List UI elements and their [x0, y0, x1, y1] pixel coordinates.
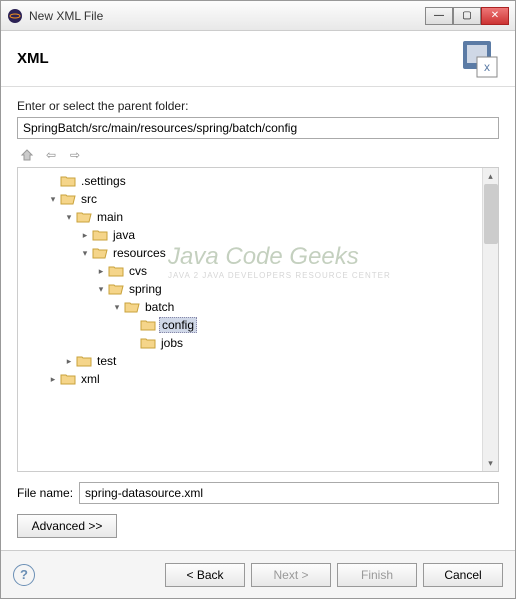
banner-heading: XML	[17, 50, 459, 67]
tree-item-label: spring	[127, 282, 164, 296]
filename-label: File name:	[17, 486, 73, 500]
tree-item-label: cvs	[127, 264, 149, 278]
tree-item[interactable]: ▾ main	[20, 208, 496, 226]
window-title: New XML File	[29, 9, 425, 23]
tree-item-label: test	[95, 354, 118, 368]
tree-toolbar: ⇦ ⇨	[17, 145, 499, 165]
banner: XML x	[1, 31, 515, 87]
expander-icon[interactable]: ▸	[78, 230, 92, 241]
tree-item-label: .settings	[79, 174, 128, 188]
next-button[interactable]: Next >	[251, 563, 331, 587]
tree-item-label: main	[95, 210, 125, 224]
expander-icon[interactable]: ▾	[62, 212, 76, 223]
tree-item[interactable]: ▸ xml	[20, 370, 496, 388]
content-area: Enter or select the parent folder: ⇦ ⇨ .…	[1, 87, 515, 550]
eclipse-icon	[7, 8, 23, 24]
tree-item[interactable]: ▸ test	[20, 352, 496, 370]
xml-file-icon: x	[459, 39, 499, 79]
expander-icon[interactable]: ▸	[94, 266, 108, 277]
scroll-thumb[interactable]	[484, 184, 498, 244]
home-icon[interactable]	[17, 145, 37, 165]
tree-item-label: config	[159, 317, 197, 333]
parent-folder-label: Enter or select the parent folder:	[17, 99, 499, 113]
tree-item-label: jobs	[159, 336, 185, 350]
expander-icon[interactable]: ▸	[62, 356, 76, 367]
expander-icon[interactable]: ▾	[46, 194, 60, 205]
maximize-button[interactable]: ▢	[453, 7, 481, 25]
tree-item-label: xml	[79, 372, 102, 386]
cancel-button[interactable]: Cancel	[423, 563, 503, 587]
parent-folder-input[interactable]	[17, 117, 499, 139]
tree-item[interactable]: ▾ resources	[20, 244, 496, 262]
titlebar[interactable]: New XML File — ▢ ✕	[1, 1, 515, 31]
minimize-button[interactable]: —	[425, 7, 453, 25]
back-arrow-icon[interactable]: ⇦	[41, 145, 61, 165]
expander-icon[interactable]: ▾	[94, 284, 108, 295]
expander-icon[interactable]: ▾	[78, 248, 92, 259]
advanced-button[interactable]: Advanced >>	[17, 514, 117, 538]
tree-item[interactable]: ▾ src	[20, 190, 496, 208]
scroll-up-icon[interactable]: ▴	[483, 168, 498, 184]
tree-item-label: batch	[143, 300, 176, 314]
scrollbar[interactable]: ▴ ▾	[482, 168, 498, 471]
tree-item-label: java	[111, 228, 137, 242]
window-controls: — ▢ ✕	[425, 7, 509, 25]
expander-icon[interactable]: ▾	[110, 302, 124, 313]
tree-item[interactable]: ▾ spring	[20, 280, 496, 298]
filename-row: File name:	[17, 482, 499, 504]
finish-button[interactable]: Finish	[337, 563, 417, 587]
tree-item[interactable]: ▾ batch	[20, 298, 496, 316]
close-button[interactable]: ✕	[481, 7, 509, 25]
back-button[interactable]: < Back	[165, 563, 245, 587]
tree-item[interactable]: config	[20, 316, 496, 334]
folder-tree[interactable]: .settings▾src▾main▸java▾resources▸cvs▾sp…	[17, 167, 499, 472]
tree-item[interactable]: ▸ cvs	[20, 262, 496, 280]
help-icon[interactable]: ?	[13, 564, 35, 586]
svg-text:x: x	[484, 60, 490, 74]
tree-item-label: src	[79, 192, 99, 206]
button-bar: ? < Back Next > Finish Cancel	[1, 550, 515, 598]
tree-item[interactable]: ▸ java	[20, 226, 496, 244]
scroll-down-icon[interactable]: ▾	[483, 455, 498, 471]
dialog-window: New XML File — ▢ ✕ XML x Enter or select…	[0, 0, 516, 599]
tree-item-label: resources	[111, 246, 168, 260]
tree-item[interactable]: .settings	[20, 172, 496, 190]
filename-input[interactable]	[79, 482, 499, 504]
tree-item[interactable]: jobs	[20, 334, 496, 352]
expander-icon[interactable]: ▸	[46, 374, 60, 385]
forward-arrow-icon[interactable]: ⇨	[65, 145, 85, 165]
